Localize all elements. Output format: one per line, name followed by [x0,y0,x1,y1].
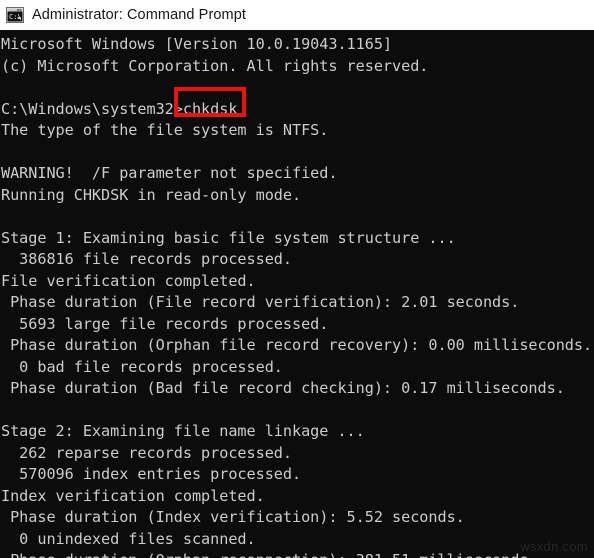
console-line: File verification completed. [1,271,256,290]
console-line: Stage 1: Examining basic file system str… [1,228,456,247]
console-line: Phase duration (Orphan reconnection): 38… [1,550,594,558]
console-line: Index verification completed. [1,486,265,505]
cmd-icon: C:\ [6,7,24,23]
console-line: Phase duration (Orphan file record recov… [1,336,593,354]
console-line: Phase duration (Bad file record checking… [1,379,565,397]
watermark: wsxdn.com [520,539,588,554]
command-prompt-window: C:\ Administrator: Command Prompt Micros… [0,0,594,558]
console-line: Stage 2: Examining file name linkage ... [1,422,365,440]
console-line: 0 bad file records processed. [1,357,283,376]
console-line: WARNING! /F parameter not specified. [1,164,338,182]
console-line: Running CHKDSK in read-only mode. [1,185,302,204]
console-line: 570096 index entries processed. [1,465,302,483]
console-line: Microsoft Windows [Version 10.0.19043.11… [1,35,393,53]
console-line: 386816 file records processed. [1,250,292,268]
window-title: Administrator: Command Prompt [32,7,247,23]
svg-text:C:\: C:\ [9,13,22,21]
console-line: C:\Windows\system32>chkdsk [1,99,238,118]
console-output[interactable]: Microsoft Windows [Version 10.0.19043.11… [0,30,594,558]
console-line: Phase duration (Index verification): 5.5… [1,508,465,526]
console-line: (c) Microsoft Corporation. All rights re… [1,56,429,75]
console-line: 5693 large file records processed. [1,314,329,333]
console-line: 262 reparse records processed. [1,443,292,462]
title-bar[interactable]: C:\ Administrator: Command Prompt [0,0,594,30]
console-line: The type of the file system is NTFS. [1,121,329,139]
console-line: 0 unindexed files scanned. [1,529,256,548]
console-line: Phase duration (File record verification… [1,293,520,311]
